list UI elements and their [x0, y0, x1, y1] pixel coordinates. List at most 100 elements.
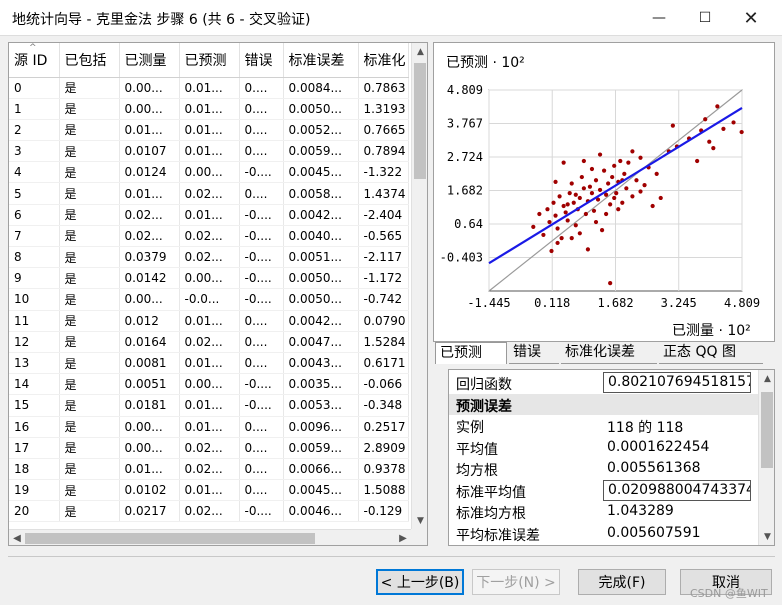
table-cell: 是	[59, 500, 120, 523]
data-point	[555, 226, 560, 231]
chart-tabs: 已预测 错误 标准化误差 正态 QQ 图	[433, 342, 775, 364]
table-cell: 0.02...	[179, 225, 240, 248]
table-cell: 0.00...	[179, 267, 240, 290]
table-horizontal-scrollbar[interactable]: ◀ ▶	[9, 529, 411, 545]
property-value[interactable]: 0.020988004743374...	[603, 479, 751, 501]
data-point	[569, 181, 574, 186]
scroll-right-icon[interactable]: ▶	[395, 530, 411, 545]
tab-2[interactable]: 标准化误差	[561, 342, 657, 364]
table-row[interactable]: 8 是 0.0379 0.02... -0.... 0.0051... -2.117	[9, 246, 409, 269]
table-vertical-scrollbar[interactable]: ▲ ▼	[411, 43, 427, 529]
property-row[interactable]: 平均标准误差 0.005607591	[449, 523, 758, 544]
table-cell: 0.02...	[179, 182, 240, 205]
table-cell: 是	[59, 225, 120, 248]
column-header[interactable]: 已预测	[179, 43, 240, 78]
property-row[interactable]: 实例 118 的 118	[449, 415, 758, 436]
scroll-up-icon[interactable]: ▲	[759, 370, 774, 387]
data-point	[565, 202, 570, 207]
table-cell: 0.0164	[119, 331, 180, 353]
tab-3[interactable]: 正态 QQ 图	[659, 342, 763, 364]
table-row[interactable]: 15 是 0.0181 0.01... -0.... 0.0053... -0.348	[9, 394, 409, 417]
table-row[interactable]: 13 是 0.0081 0.01... 0.... 0.0043... 0.6171	[9, 352, 409, 375]
scroll-thumb[interactable]	[761, 392, 773, 468]
table-row[interactable]: 7 是 0.02... 0.02... -0.... 0.0040... -0.565	[9, 225, 409, 248]
table-row[interactable]: 4 是 0.0124 0.00... -0.... 0.0045... -1.322	[9, 161, 409, 184]
scroll-down-icon[interactable]: ▼	[412, 512, 427, 529]
table-row[interactable]: 14 是 0.0051 0.00... -0.... 0.0035... -0.066	[9, 373, 409, 396]
data-point	[630, 149, 635, 154]
table-row[interactable]: 6 是 0.02... 0.01... -0.... 0.0042... -2.404	[9, 204, 409, 226]
table-cell: 0.7863	[358, 77, 409, 99]
table-row[interactable]: 18 是 0.01... 0.02... 0.... 0.0066... 0.9378	[9, 458, 409, 481]
property-section[interactable]: 预测误差	[449, 393, 758, 415]
table-row[interactable]: 17 是 0.00... 0.02... 0.... 0.0059... 2.8909	[9, 437, 409, 459]
tab-1[interactable]: 错误	[509, 342, 559, 364]
column-header[interactable]: 标准化	[358, 43, 409, 78]
table-row[interactable]: 9 是 0.0142 0.00... -0.... 0.0050... -1.172	[9, 267, 409, 290]
data-point	[599, 227, 605, 233]
scroll-down-icon[interactable]: ▼	[759, 528, 774, 545]
data-point	[597, 152, 603, 157]
table-cell: 是	[59, 77, 120, 99]
table-cell: 0.0102	[119, 479, 180, 502]
next-button[interactable]: 下一步(N) >	[472, 569, 560, 595]
back-button[interactable]: < 上一步(B)	[376, 569, 464, 595]
property-key: 平均标准误差	[456, 527, 540, 544]
maximize-button[interactable]: ☐	[682, 0, 728, 36]
minimize-button[interactable]: —	[636, 0, 682, 36]
table-cell: 0....	[239, 98, 284, 120]
scroll-up-icon[interactable]: ▲	[412, 43, 427, 60]
table-cell: -1.172	[358, 267, 409, 290]
data-point	[608, 281, 613, 286]
table-row[interactable]: 5 是 0.01... 0.02... 0.... 0.0058... 1.4374	[9, 182, 409, 205]
table-row[interactable]: 19 是 0.0102 0.01... 0.... 0.0045... 1.5088	[9, 479, 409, 502]
table-row[interactable]: 12 是 0.0164 0.02... 0.... 0.0047... 1.5284	[9, 331, 409, 353]
statistics-scrollbar[interactable]: ▲ ▼	[758, 370, 774, 545]
table-cell: 是	[59, 416, 120, 438]
property-row[interactable]: 平均值 0.0001622454	[449, 437, 758, 458]
column-header[interactable]: 已测量	[119, 43, 180, 78]
property-key: 标准均方根	[456, 506, 526, 522]
data-point	[561, 203, 566, 209]
column-header[interactable]: 标准误差	[283, 43, 359, 78]
column-header-label: 已预测	[184, 52, 227, 69]
data-point	[547, 219, 552, 225]
table-row[interactable]: 1 是 0.00... 0.01... 0.... 0.0050... 1.3193	[9, 98, 409, 120]
table-cell: 0.01...	[179, 310, 240, 332]
column-header[interactable]: 错误	[239, 43, 284, 78]
table-row[interactable]: 10 是 0.00... -0.0... -0.... 0.0050... -0.742	[9, 288, 409, 311]
table-cell: 0.0043...	[283, 352, 359, 375]
table-row[interactable]: 0 是 0.00... 0.01... 0.... 0.0084... 0.7863	[9, 77, 409, 99]
data-point	[577, 231, 582, 236]
property-value: 0.005561368	[607, 460, 701, 476]
table-row[interactable]: 2 是 0.01... 0.01... 0.... 0.0052... 0.7665	[9, 119, 409, 142]
table-row[interactable]: 3 是 0.0107 0.01... 0.... 0.0059... 0.7894	[9, 140, 409, 163]
table-cell: 9	[9, 267, 60, 290]
tab-0[interactable]: 已预测	[435, 342, 507, 364]
data-grid: 源 ID ^ 已包括 已测量 已预测 错误 标准误差 标准化 0 是 0.00... 0.01...…	[9, 43, 409, 523]
scroll-left-icon[interactable]: ◀	[9, 530, 25, 545]
table-row[interactable]: 20 是 0.0217 0.02... -0.... 0.0046... -0.129	[9, 500, 409, 523]
column-header-label: 源 ID	[14, 52, 48, 69]
table-cell: 是	[59, 288, 120, 311]
table-cell: 0.0045...	[283, 161, 359, 184]
column-header[interactable]: 源 ID ^	[9, 43, 60, 78]
close-button[interactable]: ✕	[728, 0, 774, 36]
scroll-thumb[interactable]	[414, 63, 426, 179]
property-value[interactable]: 0.802107694518157 ...	[603, 372, 751, 393]
property-row[interactable]: 标准平均值 0.020988004743374...	[449, 479, 758, 501]
table-row[interactable]: 11 是 0.012 0.01... 0.... 0.0042... 0.0790	[9, 310, 409, 332]
property-row[interactable]: 标准均方根 1.043289	[449, 501, 758, 522]
table-cell: 2.8909	[358, 437, 409, 459]
data-point	[545, 207, 550, 212]
scroll-thumb-horizontal[interactable]	[25, 533, 315, 544]
table-cell: 0.01...	[179, 204, 240, 226]
property-row[interactable]: 均方根 0.005561368	[449, 458, 758, 479]
column-header[interactable]: 已包括	[59, 43, 120, 78]
data-point	[654, 171, 659, 176]
table-cell: 0.0059...	[283, 140, 359, 163]
property-row[interactable]: 回归函数 0.802107694518157 ...	[449, 372, 758, 393]
finish-button[interactable]: 完成(F)	[578, 569, 666, 595]
table-row[interactable]: 16 是 0.00... 0.01... 0.... 0.0096... 0.2517	[9, 416, 409, 438]
table-cell: 0.0046...	[283, 500, 359, 523]
